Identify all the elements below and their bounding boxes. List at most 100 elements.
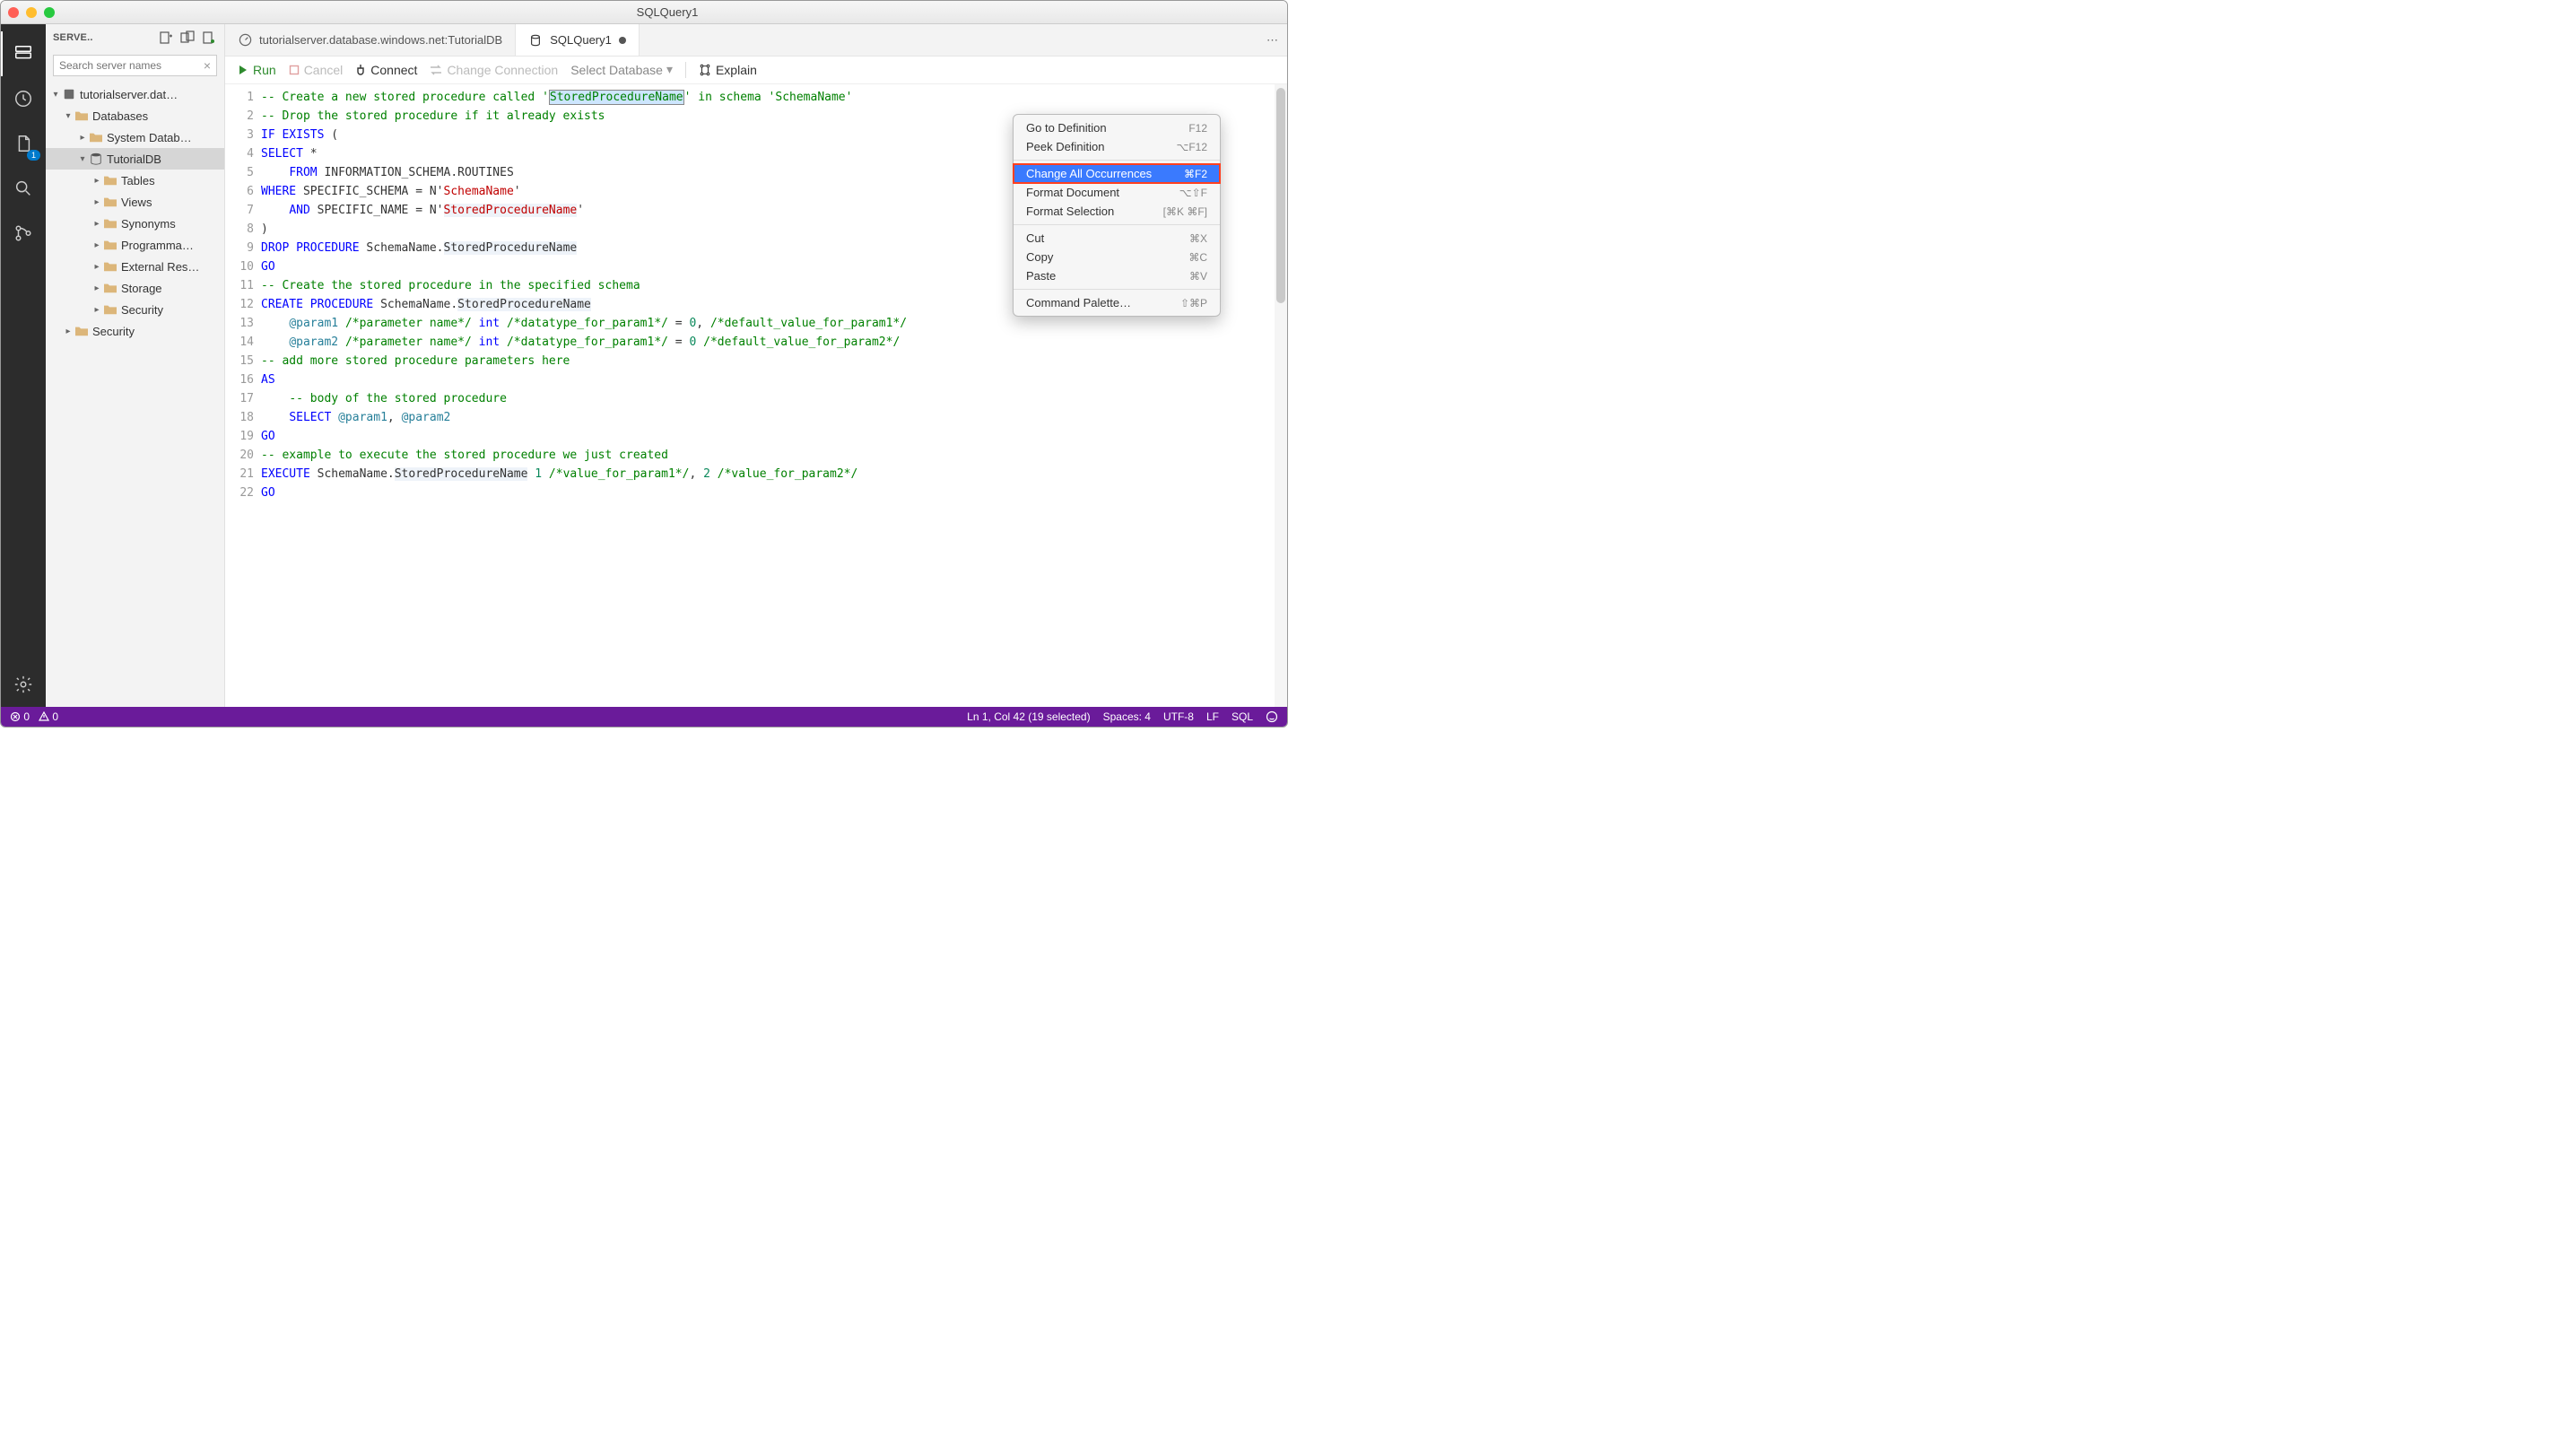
editor-toolbar: Run Cancel Connect Change Connection Sel…	[225, 57, 1287, 84]
security-root-label: Security	[92, 325, 135, 338]
cancel-button: Cancel	[289, 63, 344, 77]
menu-cut[interactable]: Cut⌘X	[1014, 229, 1220, 248]
server-search-input[interactable]: ×	[53, 55, 217, 76]
explorer-icon[interactable]: 1	[1, 121, 46, 166]
menu-separator	[1014, 160, 1220, 161]
servers-icon[interactable]	[1, 31, 46, 76]
chevron-right-icon: ▸	[91, 283, 103, 293]
explain-label: Explain	[716, 63, 757, 77]
db-child-node[interactable]: ▸Programma…	[46, 234, 224, 256]
titlebar: SQLQuery1	[1, 1, 1287, 24]
db-child-node[interactable]: ▸ Storage	[46, 277, 224, 299]
menu-copy[interactable]: Copy⌘C	[1014, 248, 1220, 266]
server-label: tutorialserver.dat…	[80, 88, 178, 101]
tutorialdb-node[interactable]: ▾ TutorialDB	[46, 148, 224, 170]
chevron-right-icon: ▸	[62, 327, 74, 336]
server-node[interactable]: ▾ tutorialserver.dat…	[46, 83, 224, 105]
db-child-label: Synonyms	[121, 217, 176, 231]
scrollbar[interactable]	[1275, 84, 1287, 707]
chevron-right-icon: ▸	[91, 240, 103, 250]
explain-button[interactable]: Explain	[699, 63, 757, 77]
sql-file-icon	[528, 33, 543, 48]
tab-sqlquery-label: SQLQuery1	[550, 33, 612, 47]
refresh-icon[interactable]	[201, 30, 217, 46]
folder-icon	[103, 216, 117, 231]
folder-icon	[103, 259, 117, 274]
caret-down-icon: ▾	[666, 62, 673, 77]
folder-icon	[103, 281, 117, 295]
menu-format-selection[interactable]: Format Selection[⌘K ⌘F]	[1014, 202, 1220, 221]
new-connection-icon[interactable]	[158, 30, 174, 46]
server-search-field[interactable]	[59, 59, 204, 72]
clear-search-icon[interactable]: ×	[204, 58, 211, 73]
status-cursor[interactable]: Ln 1, Col 42 (19 selected)	[967, 710, 1090, 723]
databases-node[interactable]: ▾ Databases	[46, 105, 224, 126]
system-db-node[interactable]: ▸ System Datab…	[46, 126, 224, 148]
menu-command-palette[interactable]: Command Palette…⇧⌘P	[1014, 293, 1220, 312]
tutorialdb-label: TutorialDB	[107, 152, 161, 166]
editor-tabs: tutorialserver.database.windows.net:Tuto…	[225, 24, 1287, 57]
run-label: Run	[253, 63, 276, 77]
menu-format-document[interactable]: Format Document⌥⇧F	[1014, 183, 1220, 202]
tab-overflow-button[interactable]: ⋯	[1258, 33, 1287, 48]
window-close-icon[interactable]	[8, 7, 19, 18]
dashboard-icon	[238, 33, 252, 48]
statusbar: 0 0 Ln 1, Col 42 (19 selected) Spaces: 4…	[1, 707, 1287, 727]
status-language[interactable]: SQL	[1231, 710, 1253, 723]
window-title: SQLQuery1	[55, 5, 1280, 19]
window-minimize-icon[interactable]	[26, 7, 37, 18]
folder-icon	[89, 130, 103, 144]
toolbar-separator	[685, 62, 686, 78]
history-icon[interactable]	[1, 76, 46, 121]
context-menu: Go to DefinitionF12 Peek Definition⌥F12 …	[1013, 114, 1221, 317]
folder-icon	[103, 173, 117, 187]
sidebar: SERVE.. × ▾ tutorialserver.d	[46, 24, 225, 707]
db-child-node[interactable]: ▸Views	[46, 191, 224, 213]
status-errors[interactable]: 0	[10, 710, 30, 723]
system-db-label: System Datab…	[107, 131, 192, 144]
databases-label: Databases	[92, 109, 148, 123]
chevron-right-icon: ▸	[91, 219, 103, 229]
menu-change-all-occurrences[interactable]: Change All Occurrences⌘F2	[1014, 164, 1220, 183]
db-child-label: Tables	[121, 174, 155, 187]
menu-separator	[1014, 289, 1220, 290]
database-icon	[89, 152, 103, 166]
activity-bar: 1	[1, 24, 46, 707]
folder-icon	[74, 109, 89, 123]
server-icon	[62, 87, 76, 101]
security-node[interactable]: ▸ Security	[46, 320, 224, 342]
connect-button[interactable]: Connect	[355, 63, 417, 77]
tab-sqlquery[interactable]: SQLQuery1	[516, 24, 640, 56]
new-group-icon[interactable]	[179, 30, 196, 46]
status-eol[interactable]: LF	[1206, 710, 1219, 723]
folder-icon	[103, 238, 117, 252]
status-warnings[interactable]: 0	[39, 710, 58, 723]
db-child-node[interactable]: ▸ Synonyms	[46, 213, 224, 234]
sidebar-title: SERVE..	[53, 32, 152, 43]
db-child-node[interactable]: ▸Security	[46, 299, 224, 320]
search-icon[interactable]	[1, 166, 46, 211]
scrollbar-thumb[interactable]	[1276, 88, 1285, 303]
db-child-label: Storage	[121, 282, 162, 295]
menu-goto-definition[interactable]: Go to DefinitionF12	[1014, 118, 1220, 137]
menu-paste[interactable]: Paste⌘V	[1014, 266, 1220, 285]
feedback-icon[interactable]	[1266, 710, 1278, 723]
tab-dashboard[interactable]: tutorialserver.database.windows.net:Tuto…	[225, 24, 516, 56]
db-child-node[interactable]: ▸External Res…	[46, 256, 224, 277]
status-spaces[interactable]: Spaces: 4	[1103, 710, 1151, 723]
connect-label: Connect	[370, 63, 417, 77]
select-database-dropdown[interactable]: Select Database ▾	[570, 62, 673, 78]
menu-peek-definition[interactable]: Peek Definition⌥F12	[1014, 137, 1220, 156]
run-button[interactable]: Run	[238, 63, 276, 77]
settings-icon[interactable]	[1, 662, 46, 707]
change-connection-button: Change Connection	[430, 63, 558, 77]
status-encoding[interactable]: UTF-8	[1163, 710, 1194, 723]
chevron-down-icon: ▾	[76, 154, 89, 164]
source-control-icon[interactable]	[1, 211, 46, 256]
window-maximize-icon[interactable]	[44, 7, 55, 18]
server-tree: ▾ tutorialserver.dat… ▾ Databases ▸ Syst…	[46, 80, 224, 707]
chevron-right-icon: ▸	[91, 197, 103, 207]
change-connection-label: Change Connection	[447, 63, 558, 77]
folder-icon	[103, 302, 117, 317]
db-child-node[interactable]: ▸Tables	[46, 170, 224, 191]
